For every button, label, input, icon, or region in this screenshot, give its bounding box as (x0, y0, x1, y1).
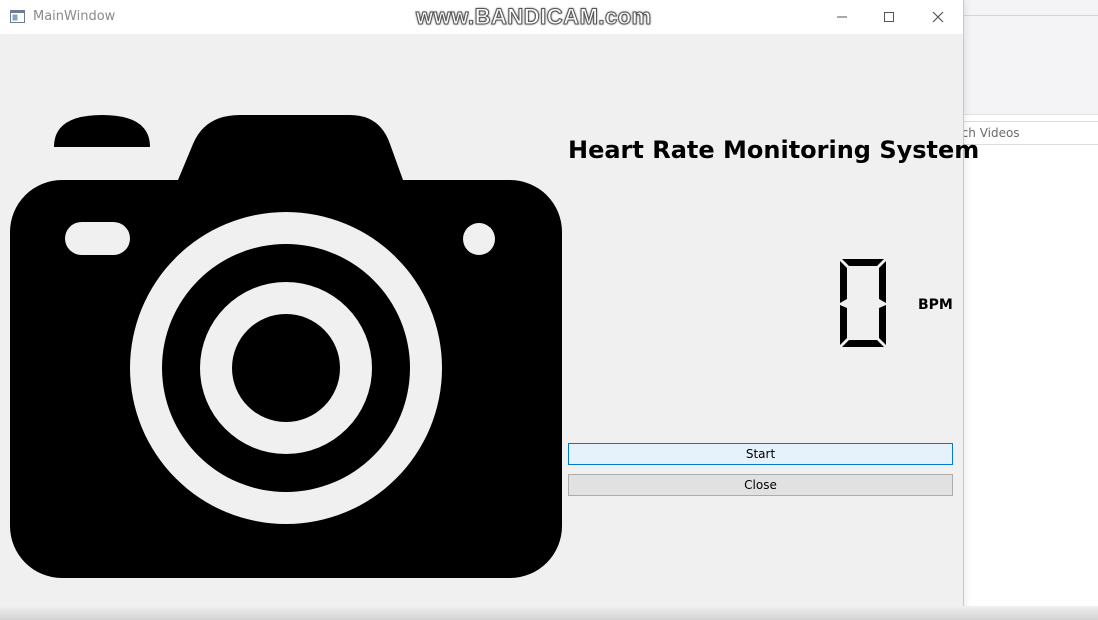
app-title: Heart Rate Monitoring System (568, 136, 980, 164)
close-icon (932, 11, 944, 23)
desktop: rch Videos MainWindow www.BANDICAM.com H… (0, 0, 1098, 620)
maximize-button[interactable] (866, 0, 912, 34)
main-window: MainWindow www.BANDICAM.com Heart Rate M… (0, 0, 979, 620)
background-app: rch Videos (956, 0, 1098, 620)
minimize-icon (837, 16, 847, 18)
maximize-icon (884, 12, 894, 22)
window-title: MainWindow (33, 9, 116, 24)
title-bar[interactable]: MainWindow www.BANDICAM.com (0, 0, 963, 34)
camera-icon (10, 115, 562, 578)
minimize-button[interactable] (819, 0, 865, 34)
window-app-icon (10, 10, 25, 23)
background-app-divider (964, 15, 1098, 16)
bpm-unit-label: BPM (918, 297, 953, 313)
taskbar-edge (0, 606, 1098, 620)
background-app-header (964, 0, 1098, 115)
window-close-button[interactable] (915, 0, 961, 34)
bpm-lcd-display: 0 (840, 259, 886, 347)
close-button[interactable]: Close (568, 474, 953, 496)
start-button[interactable]: Start (568, 443, 953, 465)
recording-watermark: www.BANDICAM.com (416, 4, 652, 30)
